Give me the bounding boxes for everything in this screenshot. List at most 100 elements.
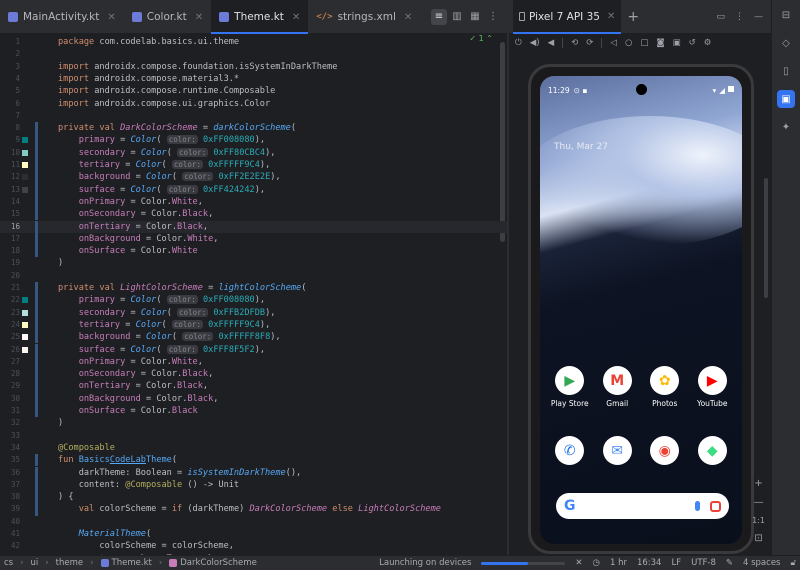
code-line[interactable]: 21 private val LightColorScheme = lightCo… [0, 282, 507, 295]
vcs-change-marker[interactable] [35, 380, 38, 393]
mic-icon[interactable] [695, 501, 700, 511]
code-line[interactable]: 29 onTertiary = Color.Black, [0, 380, 507, 393]
code-text[interactable]: private val DarkColorScheme = darkColorS… [58, 122, 296, 134]
vcs-change-marker[interactable] [35, 282, 38, 295]
google-search-bar[interactable]: G [556, 493, 729, 519]
settings-icon[interactable]: ⚙ [704, 38, 712, 48]
vcs-change-marker[interactable] [35, 159, 38, 172]
vcs-change-marker[interactable] [35, 503, 38, 516]
editor-tab[interactable]: Theme.kt ✕ [211, 0, 309, 34]
app-icon[interactable]: ✿ [650, 366, 680, 395]
vcs-change-marker[interactable] [35, 195, 38, 209]
device-manager-icon[interactable]: ▯ [777, 62, 795, 80]
line-number[interactable]: 26 [4, 344, 20, 356]
vcs-change-marker[interactable] [35, 392, 38, 405]
vcs-change-marker[interactable] [35, 478, 38, 492]
vcs-change-marker[interactable] [35, 343, 38, 356]
more-icon[interactable]: ⋮ [735, 12, 744, 22]
notifications-icon[interactable]: ⊟ [777, 6, 795, 24]
vcs-change-marker[interactable] [35, 318, 38, 332]
code-text[interactable]: @Composable [58, 442, 115, 454]
zoom-ratio[interactable]: 1:1 [752, 516, 765, 525]
code-line[interactable]: 22 primary = Color( color: 0xFF008080), [0, 294, 507, 307]
code-line[interactable]: 33 [0, 430, 507, 442]
code-text[interactable]: secondary = Color( color: 0xFFB2DFDB), [58, 307, 275, 319]
vcs-change-marker[interactable] [35, 355, 38, 369]
code-text[interactable]: background = Color( color: 0xFF2E2E2E), [58, 171, 281, 183]
code-text[interactable]: package com.codelab.basics.ui.theme [58, 36, 239, 48]
indent-setting[interactable]: 4 spaces [743, 558, 780, 568]
code-text[interactable]: import androidx.compose.runtime.Composab… [58, 85, 275, 97]
code-line[interactable]: 7 [0, 110, 507, 122]
code-text[interactable]: secondary = Color( color: 0xFF80CBC4), [58, 147, 275, 159]
caret-position[interactable]: 16:34 [637, 558, 662, 568]
app-icon[interactable]: ◆ [697, 436, 727, 465]
code-line[interactable]: 34 @Composable [0, 442, 507, 454]
code-text[interactable]: tertiary = Color( color: 0xFFFFF9C4), [58, 319, 270, 331]
code-line[interactable]: 15 onSecondary = Color.Black, [0, 208, 507, 221]
vcs-change-marker[interactable] [35, 146, 38, 159]
color-swatch-icon[interactable] [22, 334, 28, 341]
code-line[interactable]: 12 background = Color( color: 0xFF2E2E2E… [0, 171, 507, 184]
overview-icon[interactable]: □ [640, 38, 648, 48]
code-line[interactable]: 19) [0, 257, 507, 269]
code-text[interactable]: onSecondary = Color.Black, [58, 368, 214, 380]
line-number[interactable]: 41 [4, 528, 20, 540]
app-dock-3[interactable]: ◆ [690, 436, 734, 465]
editor-tab[interactable]: MainActivity.kt ✕ [0, 0, 124, 34]
add-device-icon[interactable]: + [627, 9, 639, 25]
line-number[interactable]: 12 [4, 171, 20, 183]
app-icon[interactable]: ✉ [602, 436, 632, 465]
record-icon[interactable]: ▣ [673, 38, 681, 48]
editor-tab[interactable]: Color.kt ✕ [124, 0, 211, 34]
vcs-change-marker[interactable] [35, 183, 38, 196]
code-line[interactable]: 35 fun BasicsCodeLabTheme( [0, 454, 507, 467]
code-line[interactable]: 38) { [0, 491, 507, 504]
file-encoding[interactable]: UTF-8 [691, 558, 716, 568]
gemini-icon[interactable]: ✦ [777, 118, 795, 136]
color-swatch-icon[interactable] [22, 137, 28, 144]
line-number[interactable]: 25 [4, 331, 20, 343]
code-line[interactable]: 6 import androidx.compose.ui.graphics.Col… [0, 98, 507, 110]
code-text[interactable]: onTertiary = Color.Black, [58, 221, 208, 233]
breadcrumb-item[interactable]: cs [4, 558, 13, 568]
app-dock-1[interactable]: ✉ [595, 436, 639, 465]
code-line[interactable]: 32) [0, 417, 507, 429]
device-tab[interactable]: Pixel 7 API 35 ✕ [513, 0, 622, 34]
code-text[interactable]: primary = Color( color: 0xFF008080), [58, 134, 265, 146]
lens-icon[interactable] [710, 500, 721, 512]
code-text[interactable]: content: @Composable () -> Unit [58, 479, 239, 491]
code-line[interactable]: 30 onBackground = Color.Black, [0, 392, 507, 405]
code-text[interactable]: onSecondary = Color.Black, [58, 208, 214, 220]
line-number[interactable]: 37 [4, 479, 20, 491]
close-icon[interactable]: ✕ [292, 12, 300, 23]
breadcrumb-item[interactable]: theme [56, 558, 83, 568]
code-line[interactable]: 17 onBackground = Color.White, [0, 232, 507, 246]
volume-down-icon[interactable]: ◀ [548, 38, 555, 48]
code-text[interactable]: val colorScheme = if (darkTheme) DarkCol… [58, 503, 441, 515]
line-number[interactable]: 19 [4, 257, 20, 269]
code-text[interactable]: fun BasicsCodeLabTheme( [58, 454, 177, 466]
color-swatch-icon[interactable] [22, 297, 28, 304]
code-text[interactable]: onSurface = Color.White [58, 245, 198, 257]
volume-up-icon[interactable]: ◀) [530, 38, 540, 48]
code-line[interactable]: 31 onSurface = Color.Black [0, 405, 507, 418]
line-number[interactable]: 29 [4, 380, 20, 392]
more-icon[interactable]: ⋮ [485, 9, 501, 25]
code-line[interactable]: 27 onPrimary = Color.White, [0, 355, 507, 369]
close-icon[interactable]: ✕ [195, 12, 203, 23]
app-play-store[interactable]: ▶ Play Store [548, 366, 592, 408]
line-number[interactable]: 5 [4, 85, 20, 97]
code-line[interactable]: 39 val colorScheme = if (darkTheme) Dark… [0, 503, 507, 516]
app-icon[interactable]: M [602, 366, 632, 395]
code-line[interactable]: 28 onSecondary = Color.Black, [0, 368, 507, 381]
fit-screen-icon[interactable]: ⊡ [754, 533, 762, 544]
code-text[interactable]: onBackground = Color.White, [58, 233, 219, 245]
line-number[interactable]: 1 [4, 36, 20, 48]
vcs-change-marker[interactable] [35, 405, 38, 418]
app-icon[interactable]: ◉ [650, 436, 680, 465]
line-number[interactable]: 31 [4, 405, 20, 417]
vcs-change-marker[interactable] [35, 491, 38, 504]
code-line[interactable]: 8 private val DarkColorScheme = darkColor… [0, 122, 507, 135]
color-swatch-icon[interactable] [22, 321, 28, 328]
